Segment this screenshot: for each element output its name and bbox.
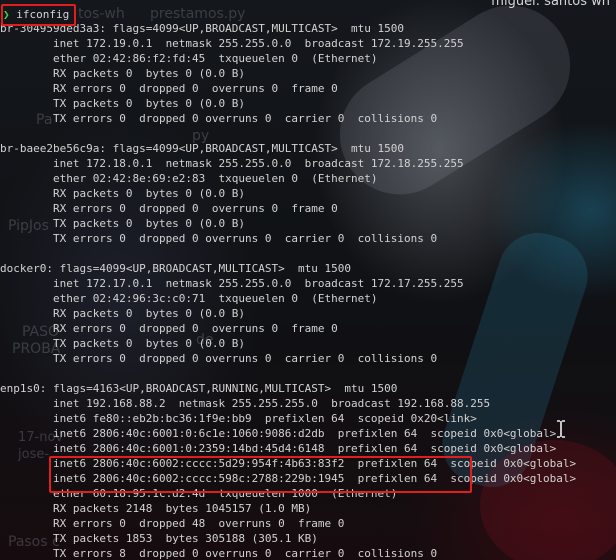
terminal-line: ether 02:42:8e:69:e2:83 txqueuelen 0 (Et… [0,172,378,185]
terminal-line: inet 192.168.88.2 netmask 255.255.255.0 … [0,397,491,410]
terminal-line: TX packets 1853 bytes 305188 (305.1 KB) [0,532,318,545]
terminal-line: inet6 2806:40c:6001:0:6c1e:1060:9086:d2d… [0,427,557,440]
terminal-line: RX errors 0 dropped 0 overruns 0 frame 0 [0,322,338,335]
terminal-line: TX packets 0 bytes 0 (0.0 B) [0,217,246,230]
terminal-line: br-baee2be56c9a: flags=4099<UP,BROADCAST… [0,142,404,155]
terminal-line: TX packets 0 bytes 0 (0.0 B) [0,97,246,110]
desktop-screen: tos-wh prestamos.py Pa py PipJos PASO PR… [0,0,616,560]
command-text: ifconfig [16,8,70,21]
terminal-line: inet 172.18.0.1 netmask 255.255.0.0 broa… [0,157,464,170]
terminal-line: RX packets 0 bytes 0 (0.0 B) [0,187,246,200]
terminal-line: TX errors 0 dropped 0 overruns 0 carrier… [0,352,438,365]
terminal[interactable]: ❯ ifconfig br-304959ded3a3: flags=4099<U… [0,0,616,560]
terminal-line: ether 02:42:86:f2:fd:45 txqueuelen 0 (Et… [0,52,378,65]
terminal-line: TX errors 0 dropped 0 overruns 0 carrier… [0,232,438,245]
terminal-line: inet6 2806:40c:6002:cccc:5d29:954f:4b63:… [0,457,577,470]
terminal-line: RX errors 0 dropped 0 overruns 0 frame 0 [0,82,338,95]
terminal-line: inet6 fe80::eb2b:bc36:1f9e:bb9 prefixlen… [0,412,477,425]
text-cursor-icon [557,420,565,438]
terminal-line: br-304959ded3a3: flags=4099<UP,BROADCAST… [0,22,404,35]
terminal-line: RX packets 0 bytes 0 (0.0 B) [0,307,246,320]
terminal-line: TX errors 8 dropped 0 overruns 0 carrier… [0,547,438,560]
terminal-line: RX errors 0 dropped 0 overruns 0 frame 0 [0,202,338,215]
terminal-line: RX packets 2148 bytes 1045157 (1.0 MB) [0,502,312,515]
terminal-line: inet6 2806:40c:6001:0:2359:14bd:45d4:614… [0,442,557,455]
terminal-line: inet6 2806:40c:6002:cccc:598c:2788:229b:… [0,472,577,485]
terminal-line: TX errors 0 dropped 0 overruns 0 carrier… [0,112,438,125]
terminal-line: ether 60:18:95:1c:d2:4d txqueuelen 1000 … [0,487,398,500]
terminal-line: RX errors 0 dropped 48 overruns 0 frame … [0,517,345,530]
terminal-line: RX packets 0 bytes 0 (0.0 B) [0,67,246,80]
terminal-line: inet 172.19.0.1 netmask 255.255.0.0 broa… [0,37,464,50]
prompt-line: ❯ ifconfig [3,7,69,22]
terminal-line: TX packets 0 bytes 0 (0.0 B) [0,337,246,350]
terminal-line: ether 02:42:96:3c:c0:71 txqueuelen 0 (Et… [0,292,378,305]
terminal-line: inet 172.17.0.1 netmask 255.255.0.0 broa… [0,277,464,290]
terminal-line: enp1s0: flags=4163<UP,BROADCAST,RUNNING,… [0,382,398,395]
prompt-arrow-icon: ❯ [3,8,10,21]
terminal-line: docker0: flags=4099<UP,BROADCAST,MULTICA… [0,262,351,275]
